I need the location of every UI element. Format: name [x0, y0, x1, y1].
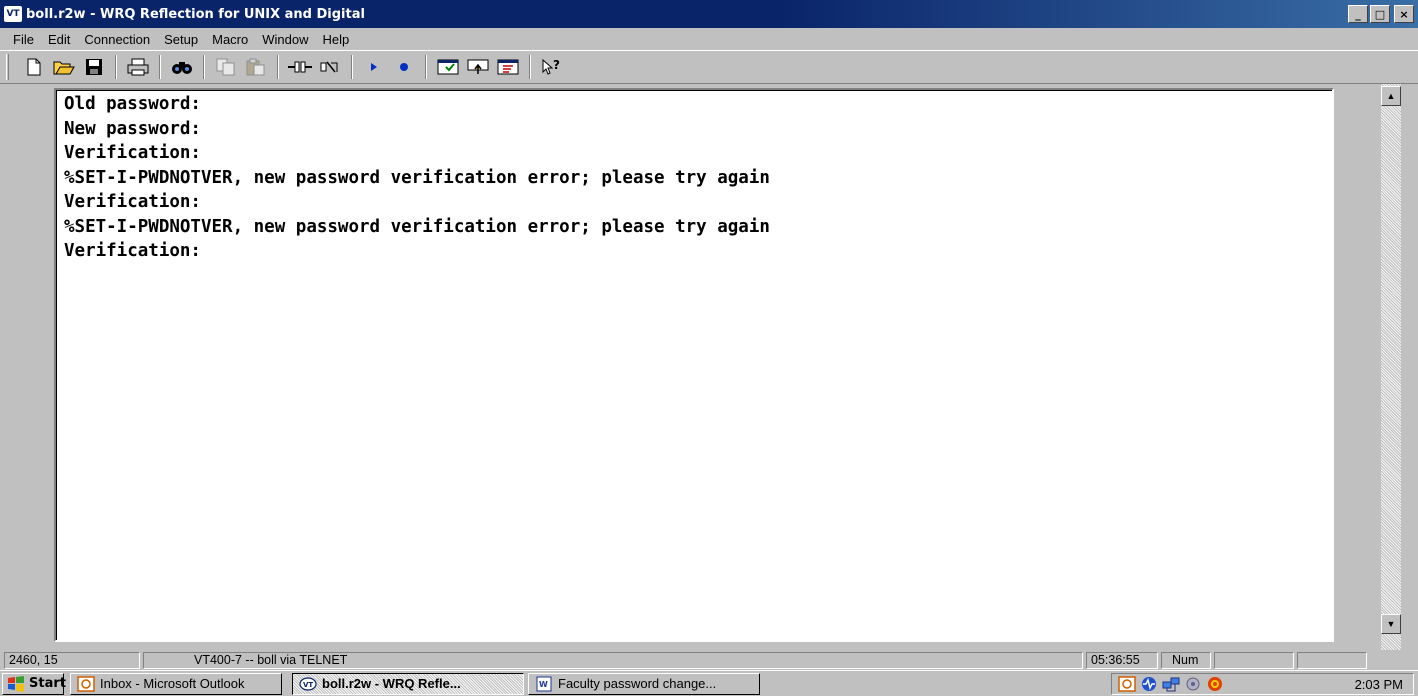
terminal-line: New password: [64, 118, 201, 139]
find-icon[interactable] [167, 53, 197, 81]
open-icon[interactable] [49, 53, 79, 81]
toolbar-separator [203, 55, 205, 79]
terminal-line: Verification: [64, 241, 201, 261]
window-title: boll.r2w - WRQ Reflection for UNIX and D… [26, 6, 365, 22]
task-label: boll.r2w - WRQ Refle... [322, 676, 461, 691]
volume-icon[interactable] [1184, 676, 1202, 692]
status-bar: 2460, 15 VT400-7 -- boll via TELNET 05:3… [0, 650, 1418, 670]
task-label: Faculty password change... [558, 676, 717, 691]
menu-edit[interactable]: Edit [41, 32, 77, 47]
title-bar[interactable]: VT boll.r2w - WRQ Reflection for UNIX an… [0, 0, 1418, 28]
print-icon[interactable] [123, 53, 153, 81]
menu-file[interactable]: File [6, 32, 41, 47]
status-cell-empty [1297, 651, 1367, 669]
task-word-document[interactable]: W Faculty password change... [528, 672, 760, 695]
toolbar-separator [115, 55, 117, 79]
terminal-line: Verification: [64, 143, 201, 163]
settings-icon[interactable] [433, 53, 463, 81]
menu-help[interactable]: Help [316, 32, 357, 47]
network-connection-icon[interactable] [1162, 676, 1180, 692]
toolbar-separator [159, 55, 161, 79]
save-icon[interactable] [79, 53, 109, 81]
svg-text:VT: VT [303, 681, 313, 689]
taskbar: Start Inbox - Microsoft Outlook VT boll.… [0, 670, 1418, 696]
help-icon[interactable]: ? [537, 53, 567, 81]
record-macro-icon[interactable] [389, 53, 419, 81]
menu-bar: File Edit Connection Setup Macro Window … [0, 28, 1418, 50]
task-label: Inbox - Microsoft Outlook [100, 676, 245, 691]
outlook-tray-icon[interactable] [1118, 676, 1136, 692]
scroll-down-arrow-icon[interactable]: ▼ [1381, 614, 1401, 634]
taskbar-clock[interactable]: 2:03 PM [1355, 677, 1403, 692]
reflection-app-icon[interactable]: VT [4, 6, 22, 22]
cursor-position: 2460, 15 [4, 651, 140, 669]
menu-connection[interactable]: Connection [77, 32, 157, 47]
copy-icon[interactable] [211, 53, 241, 81]
antivirus-icon[interactable] [1206, 676, 1224, 692]
toolbar-separator [529, 55, 531, 79]
word-icon: W [536, 676, 552, 691]
keyboard-map-icon[interactable] [493, 53, 523, 81]
svg-text:?: ? [553, 58, 560, 72]
network-monitor-icon[interactable] [1140, 676, 1158, 692]
task-outlook[interactable]: Inbox - Microsoft Outlook [70, 672, 282, 695]
toolbar: ? [0, 50, 1418, 84]
menu-macro[interactable]: Macro [205, 32, 255, 47]
new-icon[interactable] [19, 53, 49, 81]
terminal-line: %SET-I-PWDNOTVER, new password verificat… [64, 167, 770, 188]
terminal-line: %SET-I-PWDNOTVER, new password verificat… [64, 216, 770, 237]
toolbar-separator [425, 55, 427, 79]
terminal-line: Verification: [64, 192, 201, 212]
num-lock-indicator: Num [1161, 651, 1211, 669]
window-controls: _ □ × [1348, 5, 1414, 23]
scroll-up-arrow-icon[interactable]: ▲ [1381, 86, 1401, 106]
toolbar-separator [351, 55, 353, 79]
start-button[interactable]: Start [2, 672, 66, 695]
status-cell-empty [1214, 651, 1294, 669]
toolbar-grip[interactable] [6, 54, 9, 80]
minimize-button[interactable]: _ [1348, 5, 1368, 23]
maximize-button[interactable]: □ [1370, 5, 1390, 23]
menu-window[interactable]: Window [255, 32, 315, 47]
transfer-icon[interactable] [463, 53, 493, 81]
vertical-scrollbar[interactable]: ▲ ▼ [1381, 84, 1401, 650]
connection-status: VT400-7 -- boll via TELNET [143, 651, 1083, 669]
start-label: Start [29, 676, 66, 691]
windows-logo-icon [8, 675, 24, 692]
session-time: 05:36:55 [1086, 651, 1158, 669]
menu-setup[interactable]: Setup [157, 32, 205, 47]
main-area: Old password: New password: Verification… [0, 84, 1418, 650]
terminal-screen[interactable]: Old password: New password: Verification… [54, 88, 1334, 642]
terminal-line: Old password: [64, 94, 201, 114]
system-tray: 2:03 PM [1111, 673, 1414, 695]
connect-icon[interactable] [285, 53, 315, 81]
play-macro-icon[interactable] [359, 53, 389, 81]
reflection-icon: VT [299, 676, 317, 691]
paste-icon[interactable] [241, 53, 271, 81]
task-reflection[interactable]: VT boll.r2w - WRQ Refle... [292, 672, 524, 695]
outlook-icon [77, 675, 95, 692]
toolbar-separator [277, 55, 279, 79]
disconnect-icon[interactable] [315, 53, 345, 81]
close-button[interactable]: × [1394, 5, 1414, 23]
svg-text:W: W [539, 680, 548, 689]
